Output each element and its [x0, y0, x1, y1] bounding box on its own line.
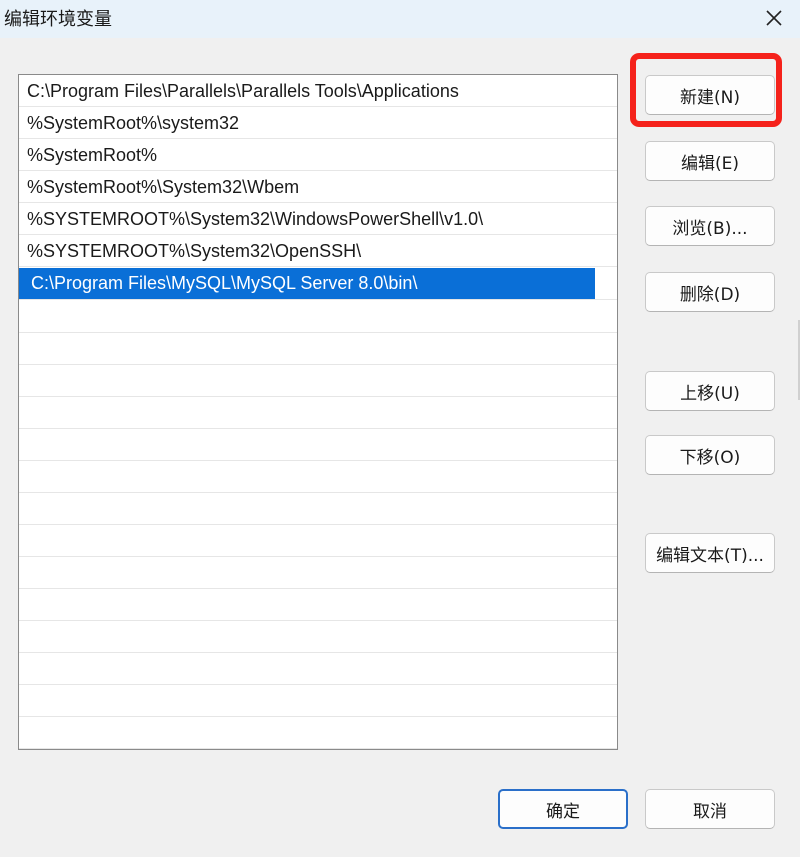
list-item-label: %SYSTEMROOT%\System32\OpenSSH\: [27, 241, 362, 261]
list-item-empty[interactable]: [19, 493, 617, 525]
list-item-empty[interactable]: [19, 685, 617, 717]
list-item-label: C:\Program Files\Parallels\Parallels Too…: [27, 81, 459, 101]
list-item[interactable]: %SYSTEMROOT%\System32\OpenSSH\: [19, 235, 617, 267]
list-item-label: %SystemRoot%: [27, 145, 158, 165]
cancel-button[interactable]: 取消: [645, 789, 775, 829]
delete-button[interactable]: 删除(D): [645, 272, 775, 312]
new-button[interactable]: 新建(N): [645, 75, 775, 115]
list-item-empty[interactable]: [19, 461, 617, 493]
title-bar: 编辑环境变量: [0, 0, 800, 38]
move-down-button[interactable]: 下移(O): [645, 435, 775, 475]
edit-button[interactable]: 编辑(E): [645, 141, 775, 181]
list-item-empty[interactable]: [19, 429, 617, 461]
list-item-label: %SystemRoot%\System32\Wbem: [27, 177, 300, 197]
list-item-empty[interactable]: [19, 589, 617, 621]
list-item-selected[interactable]: C:\Program Files\MySQL\MySQL Server 8.0\…: [19, 268, 617, 300]
list-item-empty[interactable]: [19, 397, 617, 429]
list-item-label: %SystemRoot%\system32: [27, 113, 240, 133]
dialog-title: 编辑环境变量: [4, 9, 112, 30]
list-item-empty[interactable]: [19, 301, 617, 333]
list-item-empty[interactable]: [19, 621, 617, 653]
list-item-empty[interactable]: [19, 717, 617, 749]
list-item[interactable]: %SystemRoot%: [19, 139, 617, 171]
list-item[interactable]: C:\Program Files\Parallels\Parallels Too…: [19, 75, 617, 107]
ok-button[interactable]: 确定: [498, 789, 628, 829]
close-button[interactable]: [760, 4, 788, 32]
list-item[interactable]: %SYSTEMROOT%\System32\WindowsPowerShell\…: [19, 203, 617, 235]
list-item[interactable]: %SystemRoot%\System32\Wbem: [19, 171, 617, 203]
move-up-button[interactable]: 上移(U): [645, 371, 775, 411]
browse-button[interactable]: 浏览(B)...: [645, 206, 775, 246]
edit-text-button[interactable]: 编辑文本(T)...: [645, 533, 775, 573]
close-icon: [766, 10, 782, 26]
list-item-empty[interactable]: [19, 557, 617, 589]
list-item-empty[interactable]: [19, 365, 617, 397]
list-item-label: %SYSTEMROOT%\System32\WindowsPowerShell\…: [27, 209, 484, 229]
list-item[interactable]: %SystemRoot%\system32: [19, 107, 617, 139]
list-item-empty[interactable]: [19, 653, 617, 685]
edit-env-var-dialog: 编辑环境变量 C:\Program Files\Parallels\Parall…: [0, 0, 800, 857]
list-item-label: C:\Program Files\MySQL\MySQL Server 8.0\…: [19, 268, 595, 299]
list-item-empty[interactable]: [19, 525, 617, 557]
list-item-empty[interactable]: [19, 333, 617, 365]
path-list[interactable]: C:\Program Files\Parallels\Parallels Too…: [18, 74, 618, 750]
